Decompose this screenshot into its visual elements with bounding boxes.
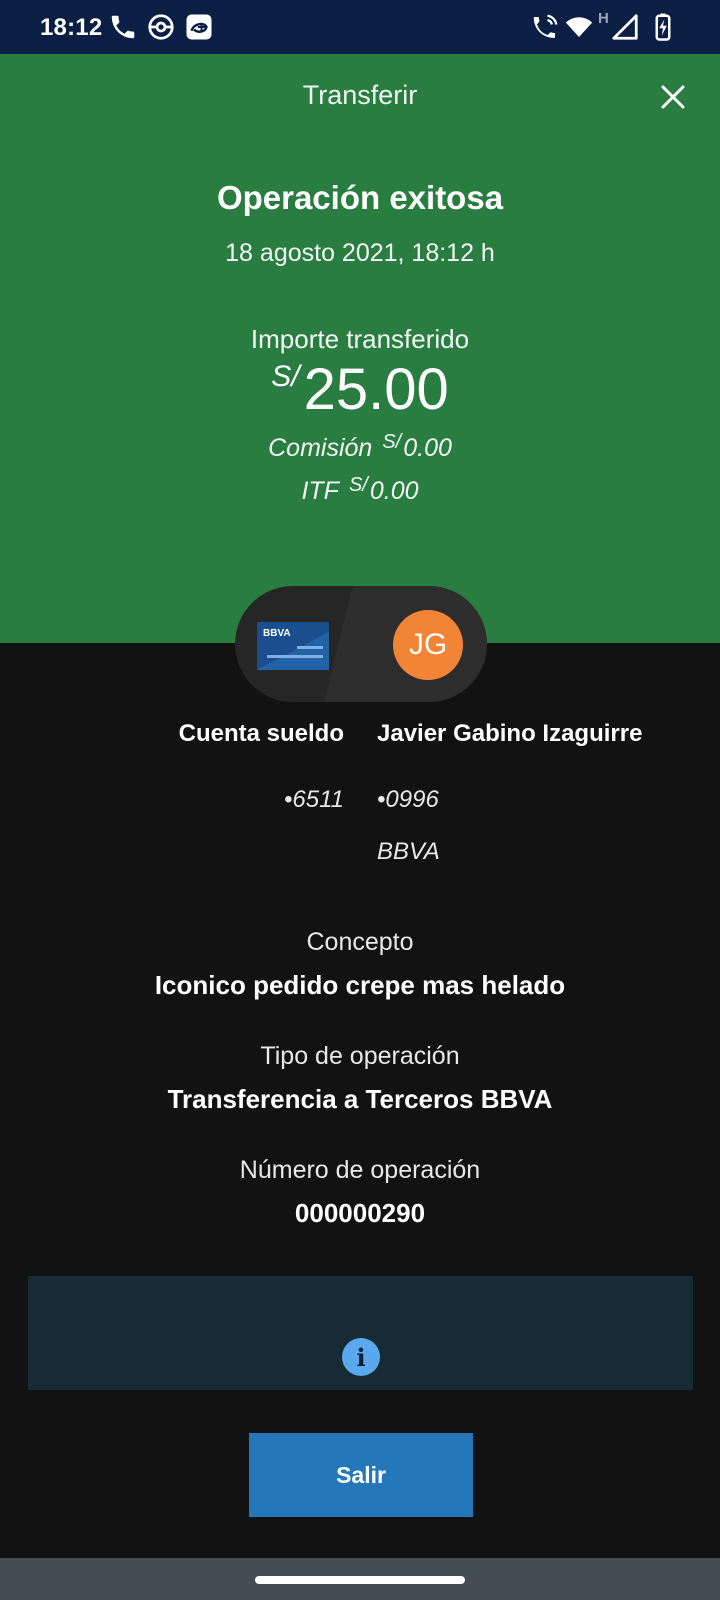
recipient-avatar: JG (393, 610, 463, 680)
close-icon[interactable] (658, 82, 688, 112)
destination-account-name: Javier Gabino Izaguirre (377, 720, 643, 747)
destination-account-number: •0996 (377, 786, 439, 813)
card-brand-label: BBVA (263, 628, 291, 639)
origin-account-name: Cuenta sueldo (178, 720, 344, 747)
operation-number-value: 000000290 (294, 1198, 426, 1228)
commission-currency: S/ (382, 431, 402, 453)
info-box: i (28, 1276, 693, 1390)
network-type-label: H (598, 10, 609, 27)
wifi-icon (565, 17, 593, 37)
transfer-accounts-pill: BBVA JG (235, 586, 487, 702)
status-bar: 18:12 H (0, 0, 720, 54)
battery-charging-icon (655, 13, 671, 41)
phone-icon (111, 15, 135, 39)
amount-label: Importe transferido (250, 324, 470, 354)
navigation-bar (0, 1558, 720, 1600)
operation-date: 18 agosto 2021, 18:12 h (225, 239, 495, 267)
exit-button[interactable]: Salir (249, 1433, 473, 1517)
operation-type-label: Tipo de operación (260, 1042, 460, 1070)
amount-currency: S/ (271, 360, 300, 393)
commission-row: Comisión S/0.00 (0, 431, 720, 463)
signal-icon (612, 14, 638, 40)
header-title: Transferir (302, 80, 418, 110)
amount-value: 25.00 (303, 357, 449, 422)
origin-account-number: •6511 (283, 786, 344, 813)
operation-type-value: Transferencia a Terceros BBVA (167, 1084, 553, 1114)
success-title: Operación exitosa (216, 179, 504, 216)
itf-label: ITF (301, 477, 339, 505)
concept-value: Iconico pedido crepe mas helado (154, 970, 566, 1000)
home-gesture-handle[interactable] (255, 1576, 465, 1584)
pokeball-icon (148, 14, 174, 40)
operation-number-label: Número de operación (239, 1156, 481, 1184)
commission-value: 0.00 (403, 434, 452, 462)
bbva-card-icon: BBVA (257, 622, 329, 670)
itf-currency: S/ (348, 474, 368, 496)
amount-display: S/25.00 (0, 358, 720, 428)
commission-label: Comisión (268, 434, 373, 462)
itf-value: 0.00 (369, 477, 419, 505)
success-header: Transferir Operación exitosa 18 agosto 2… (0, 54, 720, 643)
concept-label: Concepto (306, 928, 414, 956)
status-time: 18:12 (40, 14, 103, 41)
destination-bank: BBVA (377, 838, 440, 865)
disney-plus-icon (186, 14, 212, 40)
itf-row: ITF S/0.00 (0, 474, 720, 506)
wifi-call-icon (533, 14, 558, 39)
info-icon: i (342, 1338, 380, 1376)
